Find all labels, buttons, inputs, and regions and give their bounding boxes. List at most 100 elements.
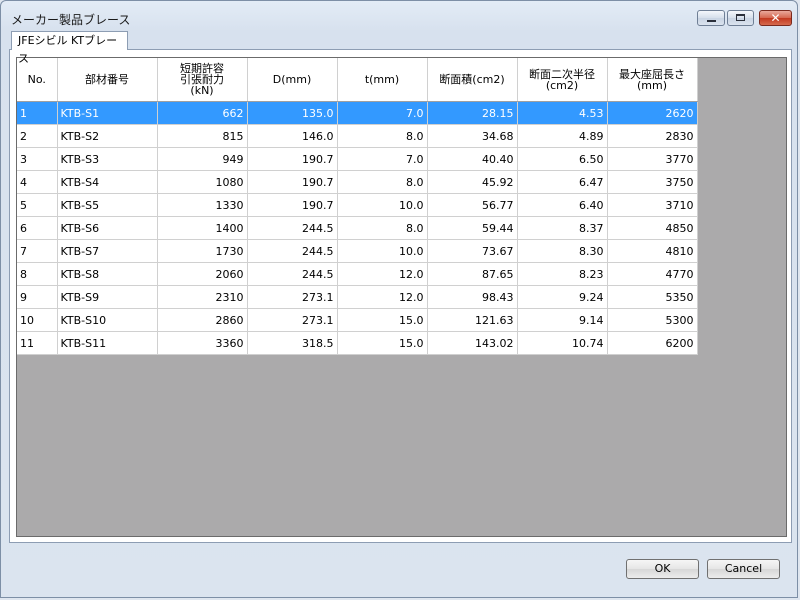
- maximize-button[interactable]: [727, 10, 754, 26]
- table-cell[interactable]: 273.1: [247, 285, 338, 309]
- table-cell[interactable]: 2620: [607, 101, 698, 125]
- table-cell[interactable]: KTB-S7: [57, 239, 158, 263]
- table-cell[interactable]: 6200: [607, 331, 698, 355]
- table-row[interactable]: 7 KTB-S7 1730 244.5 10.0 73.67 8.30 4810: [17, 239, 698, 263]
- table-cell[interactable]: 73.67: [427, 239, 518, 263]
- table-cell[interactable]: 135.0: [247, 101, 338, 125]
- table-cell[interactable]: 662: [157, 101, 248, 125]
- table-cell[interactable]: KTB-S11: [57, 331, 158, 355]
- data-grid[interactable]: No. 部材番号 短期許容 引張耐力 (kN) D(mm) t(mm) 断面積(cm2) 断…: [16, 57, 787, 537]
- table-cell[interactable]: 2830: [607, 124, 698, 148]
- table-cell[interactable]: 4: [17, 170, 58, 194]
- table-cell[interactable]: 143.02: [427, 331, 518, 355]
- table-cell[interactable]: 8.0: [337, 124, 428, 148]
- table-cell[interactable]: 56.77: [427, 193, 518, 217]
- table-cell[interactable]: KTB-S8: [57, 262, 158, 286]
- table-cell[interactable]: 1730: [157, 239, 248, 263]
- table-cell[interactable]: 10: [17, 308, 58, 332]
- table-cell[interactable]: 9.14: [517, 308, 608, 332]
- table-cell[interactable]: 5: [17, 193, 58, 217]
- table-cell[interactable]: 11: [17, 331, 58, 355]
- table-cell[interactable]: 45.92: [427, 170, 518, 194]
- table-cell[interactable]: 9.24: [517, 285, 608, 309]
- table-cell[interactable]: 244.5: [247, 216, 338, 240]
- table-cell[interactable]: KTB-S1: [57, 101, 158, 125]
- table-cell[interactable]: 7.0: [337, 147, 428, 171]
- table-cell[interactable]: KTB-S2: [57, 124, 158, 148]
- table-row[interactable]: 2 KTB-S2 815 146.0 8.0 34.68 4.89 2830: [17, 124, 698, 148]
- table-cell[interactable]: 6.40: [517, 193, 608, 217]
- table-cell[interactable]: 12.0: [337, 285, 428, 309]
- table-cell[interactable]: 949: [157, 147, 248, 171]
- table-cell[interactable]: 1400: [157, 216, 248, 240]
- table-cell[interactable]: 815: [157, 124, 248, 148]
- table-cell[interactable]: 15.0: [337, 331, 428, 355]
- table-cell[interactable]: 8.37: [517, 216, 608, 240]
- table-cell[interactable]: 7.0: [337, 101, 428, 125]
- table-row[interactable]: 8 KTB-S8 2060 244.5 12.0 87.65 8.23 4770: [17, 262, 698, 286]
- table-cell[interactable]: 3750: [607, 170, 698, 194]
- table-cell[interactable]: 10.0: [337, 239, 428, 263]
- table-cell[interactable]: 87.65: [427, 262, 518, 286]
- table-cell[interactable]: 1: [17, 101, 58, 125]
- table-row[interactable]: 3 KTB-S3 949 190.7 7.0 40.40 6.50 3770: [17, 147, 698, 171]
- table-cell[interactable]: 3: [17, 147, 58, 171]
- table-row[interactable]: 4 KTB-S4 1080 190.7 8.0 45.92 6.47 3750: [17, 170, 698, 194]
- column-header[interactable]: 部材番号: [57, 58, 158, 102]
- table-cell[interactable]: 5350: [607, 285, 698, 309]
- table-cell[interactable]: 8.23: [517, 262, 608, 286]
- table-cell[interactable]: 190.7: [247, 147, 338, 171]
- table-cell[interactable]: 4810: [607, 239, 698, 263]
- table-cell[interactable]: 40.40: [427, 147, 518, 171]
- table-cell[interactable]: 146.0: [247, 124, 338, 148]
- table-cell[interactable]: 59.44: [427, 216, 518, 240]
- close-button[interactable]: ✕: [759, 10, 792, 26]
- table-cell[interactable]: 5300: [607, 308, 698, 332]
- table-cell[interactable]: 98.43: [427, 285, 518, 309]
- table-row[interactable]: 6 KTB-S6 1400 244.5 8.0 59.44 8.37 4850: [17, 216, 698, 240]
- table-cell[interactable]: 3360: [157, 331, 248, 355]
- column-header[interactable]: D(mm): [247, 58, 338, 102]
- table-cell[interactable]: 10.0: [337, 193, 428, 217]
- table-cell[interactable]: 244.5: [247, 239, 338, 263]
- table-cell[interactable]: 6: [17, 216, 58, 240]
- table-cell[interactable]: 12.0: [337, 262, 428, 286]
- table-cell[interactable]: 4850: [607, 216, 698, 240]
- table-row[interactable]: 10 KTB-S10 2860 273.1 15.0 121.63 9.14 5300: [17, 308, 698, 332]
- table-cell[interactable]: KTB-S5: [57, 193, 158, 217]
- table-cell[interactable]: 7: [17, 239, 58, 263]
- cancel-button[interactable]: Cancel: [707, 559, 780, 579]
- table-cell[interactable]: 1330: [157, 193, 248, 217]
- table-cell[interactable]: 2060: [157, 262, 248, 286]
- table-cell[interactable]: 8.30: [517, 239, 608, 263]
- table-cell[interactable]: 3770: [607, 147, 698, 171]
- table-cell[interactable]: 318.5: [247, 331, 338, 355]
- table-cell[interactable]: KTB-S4: [57, 170, 158, 194]
- table-cell[interactable]: 9: [17, 285, 58, 309]
- table-cell[interactable]: 2310: [157, 285, 248, 309]
- table-cell[interactable]: 8.0: [337, 170, 428, 194]
- table-row[interactable]: 9 KTB-S9 2310 273.1 12.0 98.43 9.24 5350: [17, 285, 698, 309]
- table-cell[interactable]: 28.15: [427, 101, 518, 125]
- table-cell[interactable]: 2860: [157, 308, 248, 332]
- column-header[interactable]: t(mm): [337, 58, 428, 102]
- column-header[interactable]: 短期許容 引張耐力 (kN): [157, 58, 248, 102]
- table-cell[interactable]: 4.53: [517, 101, 608, 125]
- table-cell[interactable]: 121.63: [427, 308, 518, 332]
- table-cell[interactable]: 10.74: [517, 331, 608, 355]
- table-cell[interactable]: 3710: [607, 193, 698, 217]
- table-cell[interactable]: 6.47: [517, 170, 608, 194]
- table-cell[interactable]: 273.1: [247, 308, 338, 332]
- table-cell[interactable]: 8.0: [337, 216, 428, 240]
- minimize-button[interactable]: [697, 10, 725, 26]
- column-header[interactable]: 断面積(cm2): [427, 58, 518, 102]
- table-cell[interactable]: 4770: [607, 262, 698, 286]
- title-bar[interactable]: メーカー製品ブレース ✕: [1, 1, 797, 31]
- table-cell[interactable]: 4.89: [517, 124, 608, 148]
- table-cell[interactable]: 244.5: [247, 262, 338, 286]
- table-cell[interactable]: 1080: [157, 170, 248, 194]
- table-cell[interactable]: 190.7: [247, 170, 338, 194]
- table-cell[interactable]: 34.68: [427, 124, 518, 148]
- table-row[interactable]: 1 KTB-S1 662 135.0 7.0 28.15 4.53 2620: [17, 101, 698, 125]
- column-header[interactable]: 断面二次半径 (cm2): [517, 58, 608, 102]
